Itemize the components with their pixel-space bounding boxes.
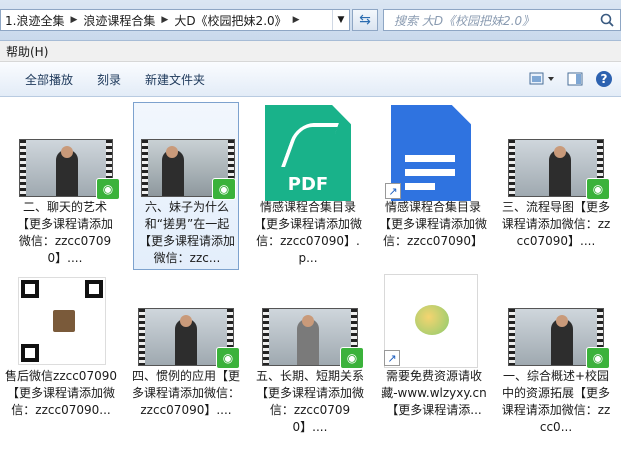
address-bar[interactable]: 1.浪迹全集 ▶ 浪迹课程合集 ▶ 大D《校园把妹2.0》 ▶ ▼ bbox=[0, 9, 350, 31]
file-item[interactable]: ↗ 需要免费资源请收藏-www.wlzyxy.cn【更多课程请添... bbox=[378, 272, 490, 419]
menu-help[interactable]: 帮助(H) bbox=[0, 43, 54, 60]
media-badge-icon: ◉ bbox=[216, 347, 240, 369]
file-item[interactable]: ◉ 二、聊天的艺术【更多课程请添加微信：zzcc07090】.... bbox=[12, 103, 120, 267]
media-badge-icon: ◉ bbox=[340, 347, 364, 369]
file-label: 售后微信zzcc07090【更多课程请添加微信：zzcc07090... bbox=[5, 369, 117, 417]
chevron-right-icon[interactable]: ▶ bbox=[68, 15, 79, 25]
address-bar-row: 1.浪迹全集 ▶ 浪迹课程合集 ▶ 大D《校园把妹2.0》 ▶ ▼ ⇆ 搜索 大… bbox=[0, 0, 621, 41]
chevron-down-icon[interactable]: ▼ bbox=[332, 10, 349, 30]
video-thumbnail: ◉ bbox=[130, 272, 242, 369]
file-label: 情感课程合集目录【更多课程请添加微信：zzcc07090】.p... bbox=[253, 200, 362, 265]
video-thumbnail: ◉ bbox=[134, 103, 240, 200]
media-badge-icon: ◉ bbox=[212, 178, 236, 200]
pdf-icon-text: PDF bbox=[287, 174, 329, 195]
file-item[interactable]: ↗ 情感课程合集目录【更多课程请添加微信：zzcc07090】 bbox=[377, 103, 489, 250]
file-label: 五、长期、短期关系【更多课程请添加微信：zzcc07090】.... bbox=[255, 369, 364, 434]
file-item[interactable]: ◉ 五、长期、短期关系【更多课程请添加微信：zzcc07090】.... bbox=[254, 272, 366, 436]
web-shortcut-icon: ↗ bbox=[378, 272, 490, 368]
refresh-icon: ⇆ bbox=[359, 12, 371, 28]
file-label: 一、综合概述+校园中的资源拓展【更多课程请添加微信：zzcc0... bbox=[501, 369, 611, 434]
breadcrumb-2[interactable]: 浪迹课程合集 bbox=[79, 12, 159, 29]
play-all-button[interactable]: 全部播放 bbox=[0, 71, 85, 88]
video-thumbnail: ◉ bbox=[500, 103, 612, 200]
chevron-right-icon[interactable]: ▶ bbox=[159, 15, 170, 25]
menu-bar: 帮助(H) bbox=[0, 41, 621, 62]
video-thumbnail: ◉ bbox=[12, 103, 120, 200]
file-item[interactable]: PDF 情感课程合集目录【更多课程请添加微信：zzcc07090】.p... bbox=[252, 103, 364, 267]
file-label: 四、惯例的应用【更多课程请添加微信：zzcc07090】.... bbox=[131, 369, 240, 417]
help-icon[interactable]: ? bbox=[595, 70, 613, 88]
breadcrumb-1[interactable]: 1.浪迹全集 bbox=[1, 12, 68, 29]
svg-text:?: ? bbox=[601, 72, 608, 86]
breadcrumb-3[interactable]: 大D《校园把妹2.0》 bbox=[170, 12, 290, 29]
file-label: 三、流程导图【更多课程请添加微信：zzcc07090】.... bbox=[501, 200, 611, 248]
media-badge-icon: ◉ bbox=[586, 347, 610, 369]
burn-button[interactable]: 刻录 bbox=[85, 71, 133, 88]
file-item[interactable]: ◉ 三、流程导图【更多课程请添加微信：zzcc07090】.... bbox=[500, 103, 612, 250]
pdf-file-icon: PDF bbox=[252, 103, 364, 201]
file-item-selected[interactable]: ◉ 六、妹子为什么和“搓男”在一起【更多课程请添加微信：zzc... bbox=[133, 102, 239, 270]
qr-code-thumbnail bbox=[5, 272, 117, 368]
preview-pane-icon[interactable] bbox=[567, 72, 583, 86]
chevron-right-icon[interactable]: ▶ bbox=[291, 15, 302, 25]
file-label: 需要免费资源请收藏-www.wlzyxy.cn【更多课程请添... bbox=[381, 369, 487, 417]
file-item[interactable]: ◉ 一、综合概述+校园中的资源拓展【更多课程请添加微信：zzcc0... bbox=[500, 272, 612, 436]
file-item[interactable]: 售后微信zzcc07090【更多课程请添加微信：zzcc07090... bbox=[5, 272, 117, 419]
media-badge-icon: ◉ bbox=[586, 178, 610, 200]
new-folder-button[interactable]: 新建文件夹 bbox=[133, 71, 217, 88]
refresh-button[interactable]: ⇆ bbox=[352, 9, 378, 31]
video-thumbnail: ◉ bbox=[500, 272, 612, 369]
toolbar: 全部播放 刻录 新建文件夹 ? bbox=[0, 62, 621, 97]
shortcut-arrow-icon: ↗ bbox=[385, 183, 401, 199]
search-input[interactable]: 搜索 大D《校园把妹2.0》 bbox=[383, 9, 621, 31]
file-item[interactable]: ◉ 四、惯例的应用【更多课程请添加微信：zzcc07090】.... bbox=[130, 272, 242, 419]
view-icon[interactable] bbox=[529, 72, 555, 86]
video-thumbnail: ◉ bbox=[254, 272, 366, 369]
document-file-icon: ↗ bbox=[377, 103, 489, 201]
search-icon[interactable] bbox=[600, 13, 614, 27]
shortcut-arrow-icon: ↗ bbox=[384, 350, 400, 366]
file-label: 二、聊天的艺术【更多课程请添加微信：zzcc07090】.... bbox=[16, 200, 113, 265]
search-placeholder: 搜索 大D《校园把妹2.0》 bbox=[394, 13, 535, 28]
file-label: 情感课程合集目录【更多课程请添加微信：zzcc07090】 bbox=[378, 200, 487, 248]
file-label: 六、妹子为什么和“搓男”在一起【更多课程请添加微信：zzc... bbox=[138, 200, 235, 265]
media-badge-icon: ◉ bbox=[96, 178, 120, 200]
